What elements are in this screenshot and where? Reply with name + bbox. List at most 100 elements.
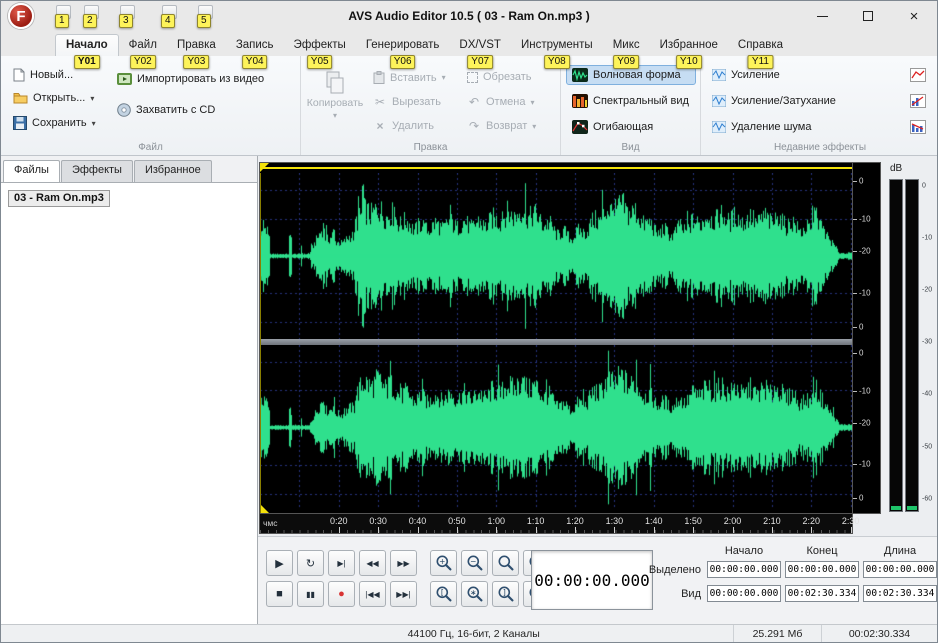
time-ruler[interactable]: чмс 0:200:300:400:501:001:101:201:301:40… (259, 514, 853, 534)
ribbon-tab-Запись[interactable]: ЗаписьY04 (226, 35, 284, 56)
view-end-input[interactable] (785, 585, 859, 602)
ribbon-tab-Начало[interactable]: НачалоY01 (55, 34, 119, 56)
open-button[interactable]: Открыть... ▾ (7, 89, 100, 107)
qat-item-5[interactable]: 5 (197, 5, 214, 27)
zoom-normal-button[interactable] (492, 550, 519, 576)
zoom-in-button[interactable]: + (430, 550, 457, 576)
annotation-badge: Y11 (748, 55, 773, 69)
record-button[interactable]: ● (328, 581, 355, 607)
selection-strip[interactable] (260, 163, 852, 173)
selection-end-input[interactable] (785, 561, 859, 578)
open-dropdown-icon[interactable]: ▾ (90, 94, 94, 103)
cursor-flag-top-icon[interactable] (260, 163, 269, 172)
view-envelope-label: Огибающая (593, 121, 653, 133)
new-button[interactable]: Новый... (7, 65, 79, 85)
zoom-all-button[interactable]: ∗ (461, 581, 488, 607)
minimize-button[interactable] (799, 1, 845, 31)
zoom-last-button[interactable]: ] (492, 581, 519, 607)
play-icon: ▶ (275, 557, 283, 570)
sidebar-tab-Эффекты[interactable]: Эффекты (61, 160, 133, 182)
view-envelope-button[interactable]: Огибающая (566, 117, 696, 137)
app-logo-icon[interactable]: F (8, 3, 34, 29)
ruler-tick (536, 527, 537, 533)
annotation-badge: 2 (83, 14, 97, 28)
go-to-start-button[interactable]: |◀◀ (359, 581, 386, 607)
import-from-video-button[interactable]: Импортировать из видео (111, 70, 270, 88)
close-button[interactable]: × (891, 1, 937, 31)
db-tick (853, 327, 857, 328)
ruler-time-label: 1:20 (566, 516, 584, 526)
ribbon-tab-Микс[interactable]: МиксY09 (603, 35, 650, 56)
db-scale-label: -20 (859, 247, 871, 256)
fast-forward-button[interactable]: ▶▶ (390, 550, 417, 576)
pause-button[interactable]: ▮▮ (297, 581, 324, 607)
waveform-panel[interactable] (259, 162, 853, 514)
waveform-channel-left[interactable] (260, 173, 852, 339)
recent-effect-fade-button[interactable]: Усиление/Затухание (706, 91, 932, 111)
ribbon-tab-Справка[interactable]: СправкаY11 (728, 35, 793, 56)
qat-item-1[interactable]: 1 (55, 5, 72, 27)
stop-button[interactable]: ■ (266, 581, 293, 607)
save-dropdown-icon[interactable]: ▾ (92, 119, 96, 128)
view-spectral-button[interactable]: Спектральный вид (566, 91, 696, 111)
delete-button[interactable]: × Удалить (367, 116, 440, 136)
cursor-flag-bottom-icon[interactable] (260, 504, 269, 513)
play-to-end-button[interactable]: ▶| (328, 550, 355, 576)
sidebar-tab-Файлы[interactable]: Файлы (3, 160, 60, 182)
file-list-item[interactable]: 03 - Ram On.mp3 (8, 190, 110, 207)
recent-effect-amplify-button[interactable]: Усиление (706, 65, 932, 85)
redo-button[interactable]: ↷ Возврат ▾ (461, 116, 542, 136)
noise-chart-icon (910, 120, 926, 134)
rewind-button[interactable]: ◀◀ (359, 550, 386, 576)
view-row-label: Вид (636, 588, 701, 600)
ribbon-tab-label: Эффекты (294, 39, 346, 51)
ribbon-tab-Правка[interactable]: ПравкаY03 (167, 35, 226, 56)
ribbon-tab-Избранное[interactable]: ИзбранноеY10 (650, 35, 728, 56)
maximize-button[interactable] (845, 1, 891, 31)
ribbon-group-file: Новый... Открыть... ▾ Сохранить ▾ Импорт… (1, 56, 301, 155)
play-button[interactable]: ▶ (266, 550, 293, 576)
zoom-to-selection-button[interactable]: [ (430, 581, 457, 607)
db-scale-label: 0 (859, 323, 863, 332)
db-tick (853, 251, 857, 252)
view-length-input[interactable] (863, 585, 937, 602)
zoom-out-button[interactable]: − (461, 550, 488, 576)
paste-button[interactable]: Вставить ▾ (367, 68, 452, 87)
ruler-time-label: 0:30 (369, 516, 387, 526)
go-to-end-icon: ▶▶| (396, 590, 410, 599)
copy-button[interactable]: Копировать ▾ (307, 64, 363, 138)
db-scale-label: 0 (859, 494, 863, 503)
ribbon-tab-DX/VST[interactable]: DX/VSTY07 (449, 35, 511, 56)
status-file-size: 25.291 Мб (733, 625, 821, 642)
view-start-input[interactable] (707, 585, 781, 602)
selection-start-input[interactable] (707, 561, 781, 578)
meter-level-segment (891, 506, 901, 510)
import-video-label: Импортировать из видео (137, 73, 264, 85)
delete-label: Удалить (392, 120, 434, 132)
db-scale-label: -10 (859, 288, 871, 297)
ribbon-tab-Эффекты[interactable]: ЭффектыY05 (284, 35, 356, 56)
stop-icon: ■ (276, 588, 283, 600)
ruler-tick (378, 527, 379, 533)
capture-from-cd-button[interactable]: Захватить с CD (111, 100, 221, 120)
selection-length-input[interactable] (863, 561, 937, 578)
ribbon-tab-Файл[interactable]: ФайлY02 (119, 35, 167, 56)
save-button[interactable]: Сохранить ▾ (7, 113, 102, 133)
cut-button[interactable]: ✂ Вырезать (367, 92, 447, 112)
waveform-channel-right[interactable] (260, 345, 852, 510)
qat-item-4[interactable]: 4 (161, 5, 178, 27)
ribbon-tab-label: Инструменты (521, 39, 593, 51)
editor-area: 0-10-20-100 0-10-20-100 dB 0-10-20-30-40… (258, 156, 938, 626)
qat-item-3[interactable]: 3 (119, 5, 136, 27)
loop-button[interactable]: ↻ (297, 550, 324, 576)
recent-effect-noise-removal-button[interactable]: Удаление шума (706, 117, 932, 137)
trim-button[interactable]: Обрезать (461, 68, 538, 86)
ribbon-tab-Генерировать[interactable]: ГенерироватьY06 (356, 35, 450, 56)
qat-item-2[interactable]: 2 (83, 5, 100, 27)
ruler-time-label: 2:20 (803, 516, 821, 526)
ribbon-tab-Инструменты[interactable]: ИнструментыY08 (511, 35, 603, 56)
db-tick (853, 219, 857, 220)
undo-button[interactable]: ↶ Отмена ▾ (461, 92, 540, 112)
go-to-end-button[interactable]: ▶▶| (390, 581, 417, 607)
sidebar-tab-Избранное[interactable]: Избранное (134, 160, 212, 182)
